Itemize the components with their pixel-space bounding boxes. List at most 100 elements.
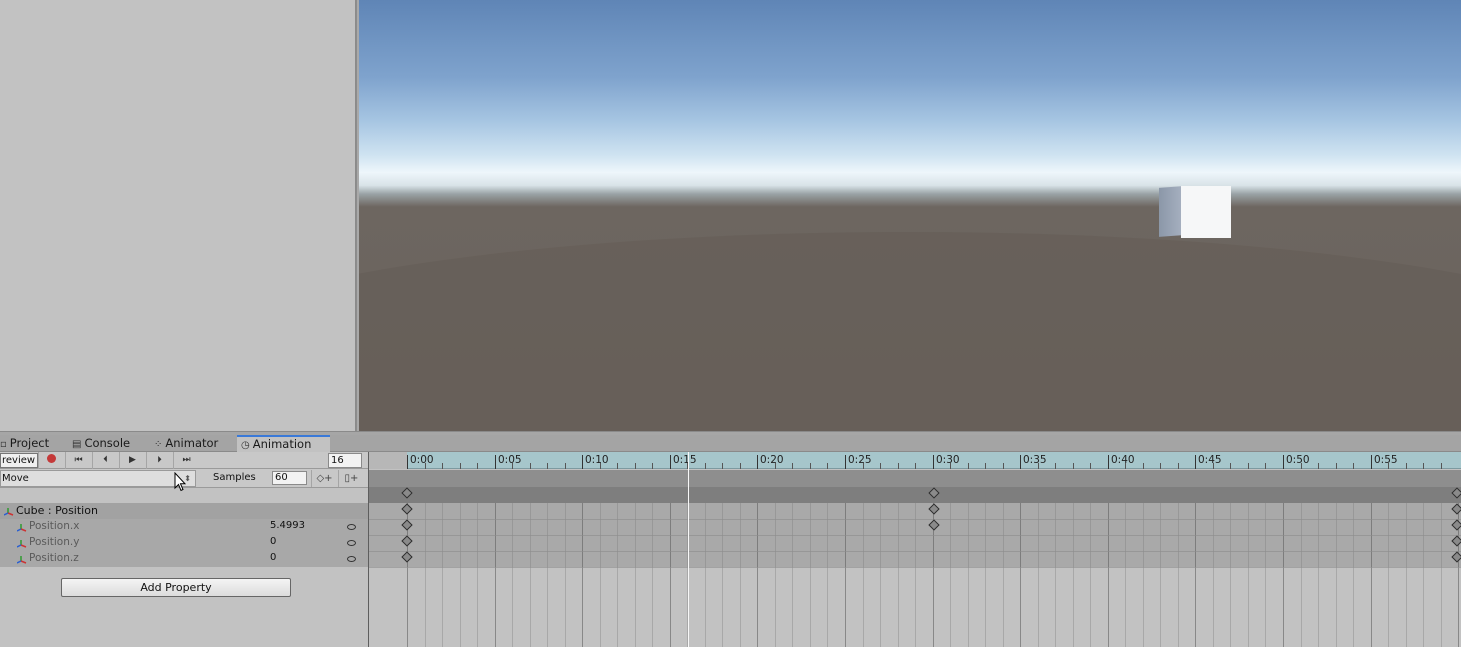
row-separator [369, 551, 1461, 552]
ruler-tick-label: 0:35 [1023, 454, 1047, 466]
ruler-minor-tick [442, 463, 443, 469]
property-options-icon[interactable] [347, 524, 356, 530]
grid-line [582, 503, 583, 647]
ruler-major-tick [757, 455, 758, 469]
grid-line [1038, 503, 1039, 647]
ruler-minor-tick [775, 463, 776, 469]
ground-shading [359, 232, 1461, 431]
animator-icon: ⁘ [154, 439, 163, 450]
ruler-minor-tick [863, 463, 864, 469]
ruler-minor-tick [460, 463, 461, 469]
first-key-button[interactable]: ⏮ [65, 452, 91, 469]
property-group-label: Cube : Position [16, 504, 98, 517]
folder-icon: ▫ [0, 439, 7, 450]
next-frame-icon: ⏵ [157, 455, 162, 465]
dopesheet-timeline[interactable]: 0:00 0:05 0:10 0:15 0:20 0:25 0:30 0:35 0:40 0:45… [369, 452, 1461, 647]
ruler-minor-tick [1388, 463, 1389, 469]
grid-line [635, 503, 636, 647]
ruler-minor-tick [1125, 463, 1126, 469]
tab-animator[interactable]: ⁘ Animator [150, 435, 224, 452]
grid-line [1388, 503, 1389, 647]
time-ruler[interactable]: 0:00 0:05 0:10 0:15 0:20 0:25 0:30 0:35 0:40 0:45… [369, 452, 1461, 469]
property-group-row[interactable]: Cube : Position [0, 503, 368, 519]
ruler-minor-tick [1301, 463, 1302, 469]
property-value[interactable]: 0 [270, 536, 276, 547]
ruler-minor-tick [1143, 463, 1144, 469]
property-list: Cube : Position Position.x 5.4993 Positi… [0, 488, 368, 647]
samples-label: Samples [213, 472, 256, 483]
ruler-minor-tick [425, 463, 426, 469]
grid-line [740, 503, 741, 647]
ruler-major-tick [582, 455, 583, 469]
ruler-minor-tick [1055, 463, 1056, 469]
ruler-minor-tick [1213, 463, 1214, 469]
tab-console[interactable]: ▤ Console [68, 435, 136, 452]
property-row[interactable]: Position.y 0 [0, 535, 368, 551]
add-event-button[interactable]: ▯+ [338, 470, 364, 487]
ruler-minor-tick [1353, 463, 1354, 469]
grid-line [1265, 503, 1266, 647]
property-options-icon[interactable] [347, 540, 356, 546]
transform-axis-icon [17, 540, 27, 548]
grid-line [547, 503, 548, 647]
ruler-minor-tick [827, 463, 828, 469]
ruler-minor-tick [512, 463, 513, 469]
play-button[interactable]: ▶ [119, 452, 145, 469]
ruler-tick-label: 0:40 [1111, 454, 1135, 466]
play-icon: ▶ [129, 455, 136, 465]
record-button[interactable] [38, 452, 64, 469]
property-options-icon[interactable] [347, 556, 356, 562]
clip-dropdown[interactable]: Move ⬍ [0, 470, 196, 487]
add-keyframe-button[interactable]: ◇+ [311, 470, 337, 487]
ruler-minor-tick [898, 463, 899, 469]
next-key-button[interactable]: ⏵ [146, 452, 172, 469]
ruler-tick-label: 0:55 [1374, 454, 1398, 466]
grid-line [565, 503, 566, 647]
ruler-minor-tick [722, 463, 723, 469]
grid-line [1283, 503, 1284, 647]
grid-line [512, 503, 513, 647]
frame-field[interactable]: 16 [328, 453, 362, 468]
playhead[interactable] [688, 452, 689, 647]
add-property-button[interactable]: Add Property [61, 578, 291, 597]
ruler-major-tick [1108, 455, 1109, 469]
ruler-minor-tick [1230, 463, 1231, 469]
ruler-major-tick [1371, 455, 1372, 469]
scene-view[interactable] [359, 0, 1461, 431]
preview-button[interactable]: review [0, 453, 38, 468]
ruler-minor-tick [1406, 463, 1407, 469]
ruler-tick-label: 0:05 [498, 454, 522, 466]
tab-animation[interactable]: ◷ Animation [237, 435, 330, 453]
prev-key-button[interactable]: ⏴ [92, 452, 118, 469]
last-key-button[interactable]: ⏭ [173, 452, 199, 469]
property-name: Position.z [29, 552, 79, 564]
grid-line [863, 503, 864, 647]
grid-line [1108, 503, 1109, 647]
grid-line [477, 503, 478, 647]
ruler-tick-label: 0:30 [936, 454, 960, 466]
grid-line [1248, 503, 1249, 647]
property-row[interactable]: Position.z 0 [0, 551, 368, 567]
ruler-minor-tick [547, 463, 548, 469]
transform-axis-icon [17, 524, 27, 532]
ruler-minor-tick [1090, 463, 1091, 469]
ruler-major-tick [845, 455, 846, 469]
row-separator [369, 567, 1461, 568]
grid-line [915, 503, 916, 647]
grid-line [1020, 503, 1021, 647]
cube-object[interactable] [1159, 185, 1231, 238]
grid-line [705, 503, 706, 647]
property-value[interactable]: 0 [270, 552, 276, 563]
grid-line [968, 503, 969, 647]
property-value[interactable]: 5.4993 [270, 520, 305, 531]
tab-bar: ▫ Project ▤ Console ⁘ Animator ◷ Animation [0, 435, 1461, 453]
grid-line [898, 503, 899, 647]
samples-field[interactable]: 60 [272, 471, 307, 485]
tab-project-label: Project [9, 436, 50, 450]
ruler-minor-tick [985, 463, 986, 469]
ruler-minor-tick [1003, 463, 1004, 469]
tab-project[interactable]: ▫ Project [0, 435, 55, 452]
property-row[interactable]: Position.x 5.4993 [0, 519, 368, 535]
ruler-major-tick [407, 455, 408, 469]
transform-axis-icon [4, 508, 14, 516]
